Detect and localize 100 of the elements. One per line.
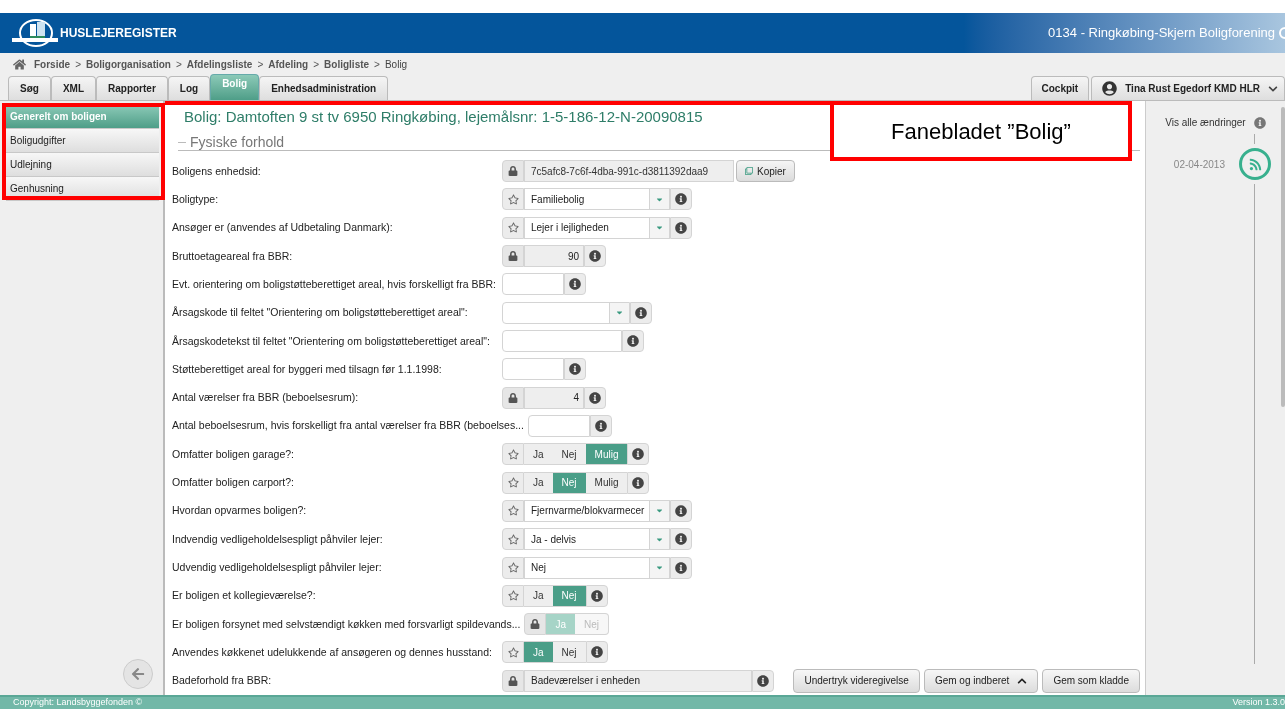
field-label: Boligtype:: [172, 192, 220, 206]
breadcrumb-link[interactable]: Afdeling: [268, 56, 309, 72]
toggle-group[interactable]: Ja Nej Mulig: [524, 443, 628, 466]
toggle-option[interactable]: Nej: [552, 641, 586, 664]
field-label: Anvendes køkkenet udelukkende af ansøgeren og dennes husstand:: [172, 645, 493, 659]
dropdown[interactable]: Fjernvarme/blokvarmecer: [524, 499, 670, 522]
info-icon[interactable]: [584, 245, 606, 268]
field-label: Ansøger er (anvendes af Udbetaling Danmark):: [172, 221, 394, 235]
field-label: Omfatter boligen carport?:: [172, 476, 295, 490]
info-icon[interactable]: [584, 386, 606, 409]
sidebar-item[interactable]: Udlejning: [6, 153, 159, 177]
dropdown[interactable]: Ja - delvis: [524, 528, 670, 551]
history-date: 02-04-2013: [1173, 157, 1225, 172]
input-field: Badeværelser i enheden: [524, 669, 752, 692]
info-icon[interactable]: [585, 584, 608, 607]
breadcrumb-separator: >: [175, 57, 182, 72]
info-icon[interactable]: [670, 188, 692, 211]
info-icon[interactable]: [564, 273, 586, 296]
field-label: Er boligen forsynet med selvstændigt køkken med forsvarligt spildevands...: [172, 617, 522, 631]
toggle-option[interactable]: Ja: [524, 584, 553, 607]
page-title: Bolig: Damtoften 9 st tv 6950 Ringkøbing, lejemålsnr: 1-5-186-12-N-20090815: [184, 108, 703, 126]
home-icon[interactable]: [13, 57, 26, 71]
toggle-option[interactable]: Mulig: [585, 471, 628, 494]
info-icon[interactable]: [670, 528, 692, 551]
app-name: HUSLEJEREGISTER: [60, 25, 177, 42]
toggle-group[interactable]: Ja Nej: [524, 584, 586, 607]
field-label: Antal beboelsesrum, hvis forskelligt fra antal værelser fra BBR (beboelses...: [172, 419, 525, 433]
field-label: Omfatter boligen garage?:: [172, 447, 295, 461]
info-icon[interactable]: [585, 641, 608, 664]
input-field: 4: [524, 386, 584, 409]
breadcrumb-separator: >: [374, 57, 380, 72]
chevron-icon: [1268, 83, 1278, 94]
field-label: Hvordan opvarmes boligen?:: [172, 504, 308, 518]
breadcrumb-link[interactable]: Bolig: [384, 56, 408, 72]
breadcrumb-link[interactable]: Boligliste: [324, 56, 370, 72]
field-label: Antal værelser fra BBR (beboelsesrum):: [172, 391, 360, 405]
info-icon[interactable]: [627, 471, 650, 494]
copy-icon: [745, 167, 753, 176]
dropdown[interactable]: Lejer i lejligheden: [524, 216, 670, 239]
tab[interactable]: XML: [50, 76, 96, 100]
copy-button[interactable]: Kopier: [736, 160, 795, 183]
field-label: Årsagskodetekst til feltet "Orientering om boligstøtteberettiget areal":: [172, 334, 491, 348]
arrow-left-icon: [131, 667, 145, 681]
field-label: Støtteberettiget areal for byggeri med tilsagn før 1.1.1998:: [172, 362, 443, 376]
field-label: Er boligen et kollegieværelse?:: [172, 589, 317, 603]
logo-icon: [10, 18, 58, 48]
field-label: Årsagskode til feltet "Orientering om boligstøtteberettiget areal":: [172, 306, 469, 320]
dropdown[interactable]: Familiebolig: [524, 188, 670, 211]
section-heading: Fysiske forhold: [190, 134, 285, 150]
toggle-option[interactable]: Ja: [524, 443, 553, 466]
info-icon[interactable]: [630, 301, 652, 324]
copyright-text: Copyright: Landsbyggefonden ©: [13, 696, 143, 709]
user-menu[interactable]: Tina Rust Egedorf KMD HLR: [1091, 76, 1285, 100]
version-text: Version 1.3.0: [1232, 696, 1285, 709]
callout: Fanebladet ”Bolig”: [830, 101, 1132, 161]
toggle-group[interactable]: Ja Nej Mulig: [524, 471, 628, 494]
field-label: Badeforhold fra BBR:: [172, 674, 273, 688]
field-label: Bruttoetageareal fra BBR:: [172, 249, 294, 263]
breadcrumb-separator: >: [257, 57, 264, 72]
history-title[interactable]: Vis alle ændringer: [1165, 115, 1246, 130]
user-icon: [1102, 81, 1118, 96]
dropdown[interactable]: Nej: [524, 556, 670, 579]
info-icon[interactable]: [670, 499, 692, 522]
tab[interactable]: Enhedsadministration: [259, 76, 389, 100]
field-label: Boligens enhedsid:: [172, 164, 262, 178]
tab[interactable]: Søg: [8, 76, 51, 100]
info-icon[interactable]: [627, 443, 650, 466]
breadcrumb-link[interactable]: Afdelingsliste: [186, 56, 253, 72]
info-icon[interactable]: [622, 330, 644, 353]
breadcrumb-link[interactable]: Forside: [34, 56, 71, 72]
field-label: Udvendig vedligeholdelsespligt påhviler lejer:: [172, 561, 383, 575]
breadcrumb-separator: >: [75, 57, 81, 72]
scrollbar[interactable]: [1281, 107, 1285, 407]
breadcrumb-link[interactable]: Boligorganisation: [85, 56, 171, 72]
breadcrumb-separator: >: [313, 57, 320, 72]
info-icon[interactable]: [670, 556, 692, 579]
field-label: Evt. orientering om boligstøtteberettiget areal, hvis forskelligt fra BBR:: [172, 277, 497, 291]
input-field: 90: [524, 245, 584, 268]
info-icon[interactable]: [752, 669, 774, 692]
organization-name: 0134 - Ringkøbing-Skjern Boligforening: [1048, 24, 1275, 43]
input-field[interactable]: [502, 273, 564, 296]
tab[interactable]: Rapporter: [96, 76, 168, 100]
back-button[interactable]: [123, 659, 153, 689]
sidebar-item[interactable]: Boligudgifter: [6, 129, 159, 153]
info-icon[interactable]: [670, 216, 692, 239]
tab[interactable]: Log: [167, 76, 211, 100]
action-button[interactable]: Undertryk videregivelse: [793, 668, 920, 693]
field-label: Indvendig vedligeholdelsespligt påhviler lejer:: [172, 532, 384, 546]
toggle-group[interactable]: Ja Nej: [524, 641, 586, 664]
info-icon[interactable]: [564, 358, 586, 381]
input-field[interactable]: [527, 414, 590, 437]
input-field[interactable]: [502, 330, 622, 353]
info-icon[interactable]: [589, 414, 612, 437]
id-field: 7c5afc8-7c6f-4dba-991c-d3811392daa9: [524, 160, 734, 183]
toggle-option[interactable]: Ja: [524, 471, 553, 494]
toggle-option[interactable]: Nej: [552, 443, 586, 466]
action-button[interactable]: Gem som kladde: [1042, 668, 1140, 693]
input-field[interactable]: [502, 358, 564, 381]
tab[interactable]: Cockpit: [1030, 76, 1090, 100]
action-button[interactable]: Gem og indberet: [923, 668, 1039, 693]
